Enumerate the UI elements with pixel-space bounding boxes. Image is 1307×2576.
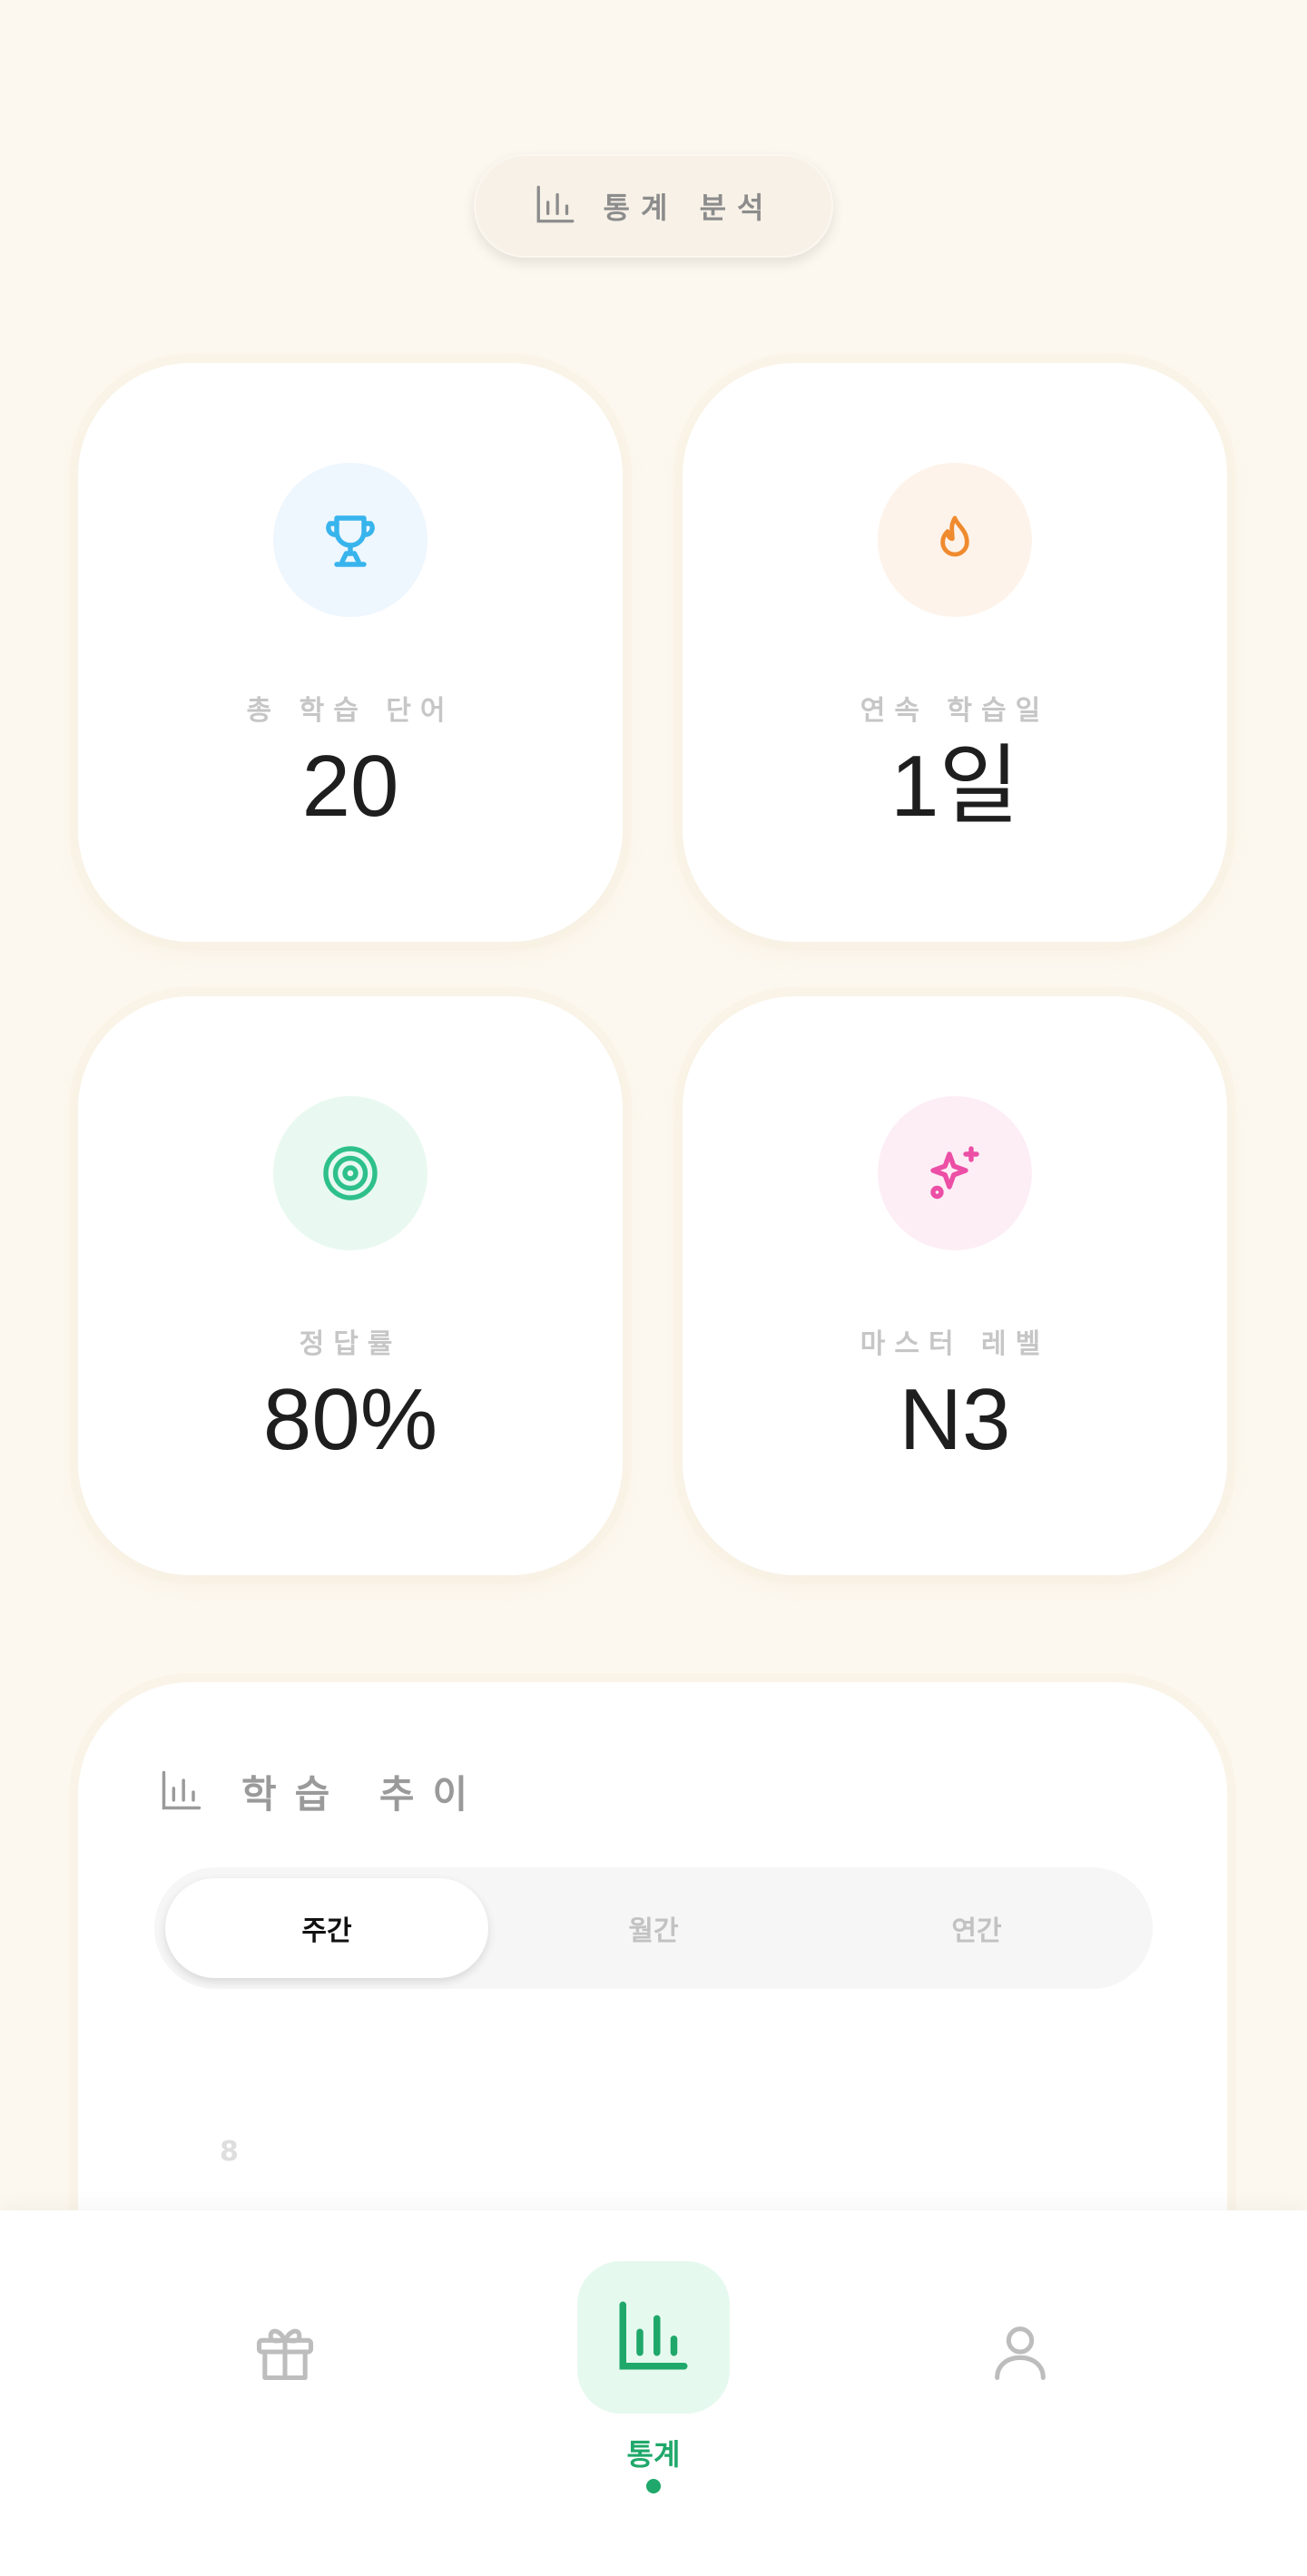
stat-label: 연속 학습일 [860,695,1050,727]
stat-card-streak: 연속 학습일 1일 [683,363,1227,942]
trend-title: 학습 추이 [158,1764,486,1819]
stat-value: 1일 [890,738,1019,835]
nav-stats-button[interactable] [577,2261,730,2414]
nav-stats-label[interactable]: 통계 [563,2432,744,2473]
bar-chart-icon [613,2295,694,2380]
bottom-navigation: 통계 [0,2210,1307,2576]
nav-profile-button[interactable] [984,2317,1056,2390]
tab-monthly[interactable]: 월간 [492,1878,815,1978]
page-title: 통계 분석 [603,191,775,225]
stat-label: 마스터 레벨 [860,1328,1050,1360]
stat-card-accuracy: 정답률 80% [78,996,623,1575]
flame-icon [878,463,1032,617]
stats-page: 통계 분석 총 학습 단어 20 연속 학습일 1일 정답률 80% 마스터 레… [0,0,1307,2576]
sparkles-icon [878,1096,1032,1250]
trophy-icon [273,463,427,617]
tab-weekly[interactable]: 주간 [165,1878,488,1978]
stat-value: N3 [899,1371,1011,1468]
tab-yearly[interactable]: 연간 [815,1878,1138,1978]
stat-card-master-level: 마스터 레벨 N3 [683,996,1227,1575]
period-segmented-control: 주간 월간 연간 [154,1867,1153,1989]
trend-title-label: 학습 추이 [241,1772,486,1817]
stat-label: 총 학습 단어 [246,695,455,727]
stat-value: 80% [262,1371,438,1468]
stat-label: 정답률 [299,1328,402,1360]
stat-value: 20 [301,738,399,835]
nav-gift-button[interactable] [249,2317,321,2390]
stat-card-total-words: 총 학습 단어 20 [78,363,623,942]
active-indicator-dot [646,2479,661,2493]
bar-chart-icon [158,1767,205,1817]
target-icon [273,1096,427,1250]
chart-y-tick: 8 [220,2136,239,2168]
user-icon [986,2317,1055,2390]
gift-icon [251,2317,319,2390]
page-title-pill: 통계 분석 [474,154,833,258]
bar-chart-icon [533,181,578,230]
